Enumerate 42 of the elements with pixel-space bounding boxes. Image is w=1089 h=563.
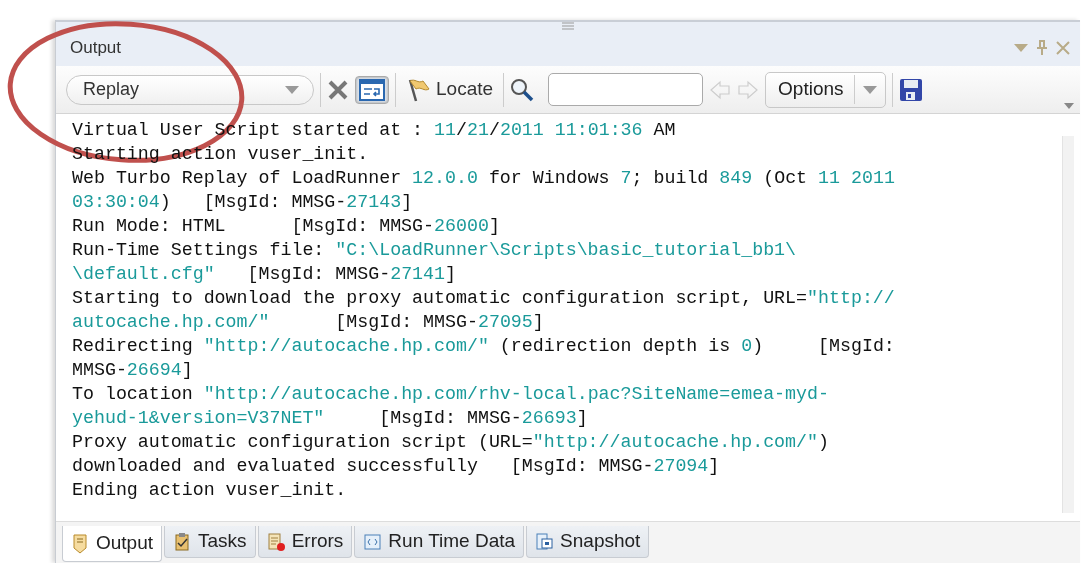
flag-icon (406, 77, 432, 102)
code-window-icon (363, 531, 383, 552)
log-line: \default.cfg" [MsgId: MMSG-27141] (72, 263, 457, 286)
log-line: Run Mode: HTML [MsgId: MMSG-26000] (72, 215, 501, 238)
pin-icon[interactable] (1036, 40, 1048, 56)
panel-title: Output (70, 37, 122, 60)
overflow-icon[interactable] (1064, 103, 1074, 109)
panel-tab[interactable]: Snapshot (526, 526, 650, 558)
search-icon[interactable] (510, 77, 535, 102)
grip-icon[interactable] (562, 22, 574, 30)
log-line: Redirecting "http://autocache.hp.com/" (redirection depth is 0) [MsgId: (72, 335, 896, 358)
window-icon (535, 531, 555, 552)
clear-icon[interactable] (327, 78, 349, 101)
panel-tab[interactable]: Output (62, 526, 163, 562)
log-line: MMSG-26694] (72, 359, 194, 382)
save-icon[interactable] (898, 77, 923, 102)
search-field[interactable] (548, 73, 704, 106)
log-line: To location "http://autocache.hp.com/rhv-local.pac?SiteName=emea-myd- (72, 383, 830, 406)
word-wrap-button[interactable] (355, 75, 389, 104)
panel-tab[interactable]: Errors (257, 526, 353, 558)
scroll-bar[interactable] (1062, 136, 1074, 513)
log-line: Proxy automatic configuration script (URL="http://autocache.hp.com/") (72, 431, 830, 454)
log-line: Ending action vuser_init. (72, 479, 348, 502)
log-line: 03:30:04) [MsgId: MMSG-27143] (72, 191, 414, 214)
log-line: autocache.hp.com/" [MsgId: MMSG-27095] (72, 311, 545, 334)
locate-button[interactable]: Locate (402, 72, 498, 107)
log-line: yehud-1&version=V37NET" [MsgId: MMSG-26693] (72, 407, 589, 430)
log-line: Web Turbo Replay of LoadRunner 12.0.0 for Windows 7; build 849 (Oct 11 2011 (72, 167, 896, 190)
log-line: Starting to download the proxy automatic configuration script, URL="http:// (72, 287, 896, 310)
filter-dropdown[interactable]: Replay (66, 74, 314, 105)
log-line: downloaded and evaluated successfully [MsgId: MMSG-27094] (72, 455, 721, 478)
dropdown-icon[interactable] (1014, 44, 1028, 52)
log-line: Run-Time Settings file: "C:\LoadRunner\Scripts\basic_tutorial_bb1\ (72, 239, 798, 262)
error-document-icon (266, 531, 286, 552)
panel-tab[interactable]: Run Time Data (354, 526, 525, 558)
document-icon (71, 533, 90, 554)
panel-tab[interactable]: Tasks (164, 526, 256, 558)
filter-value: Replay (83, 78, 140, 101)
options-button[interactable]: Options (765, 71, 886, 108)
caret-icon (285, 85, 299, 94)
close-icon[interactable] (1056, 41, 1070, 55)
caret-icon (862, 85, 877, 94)
